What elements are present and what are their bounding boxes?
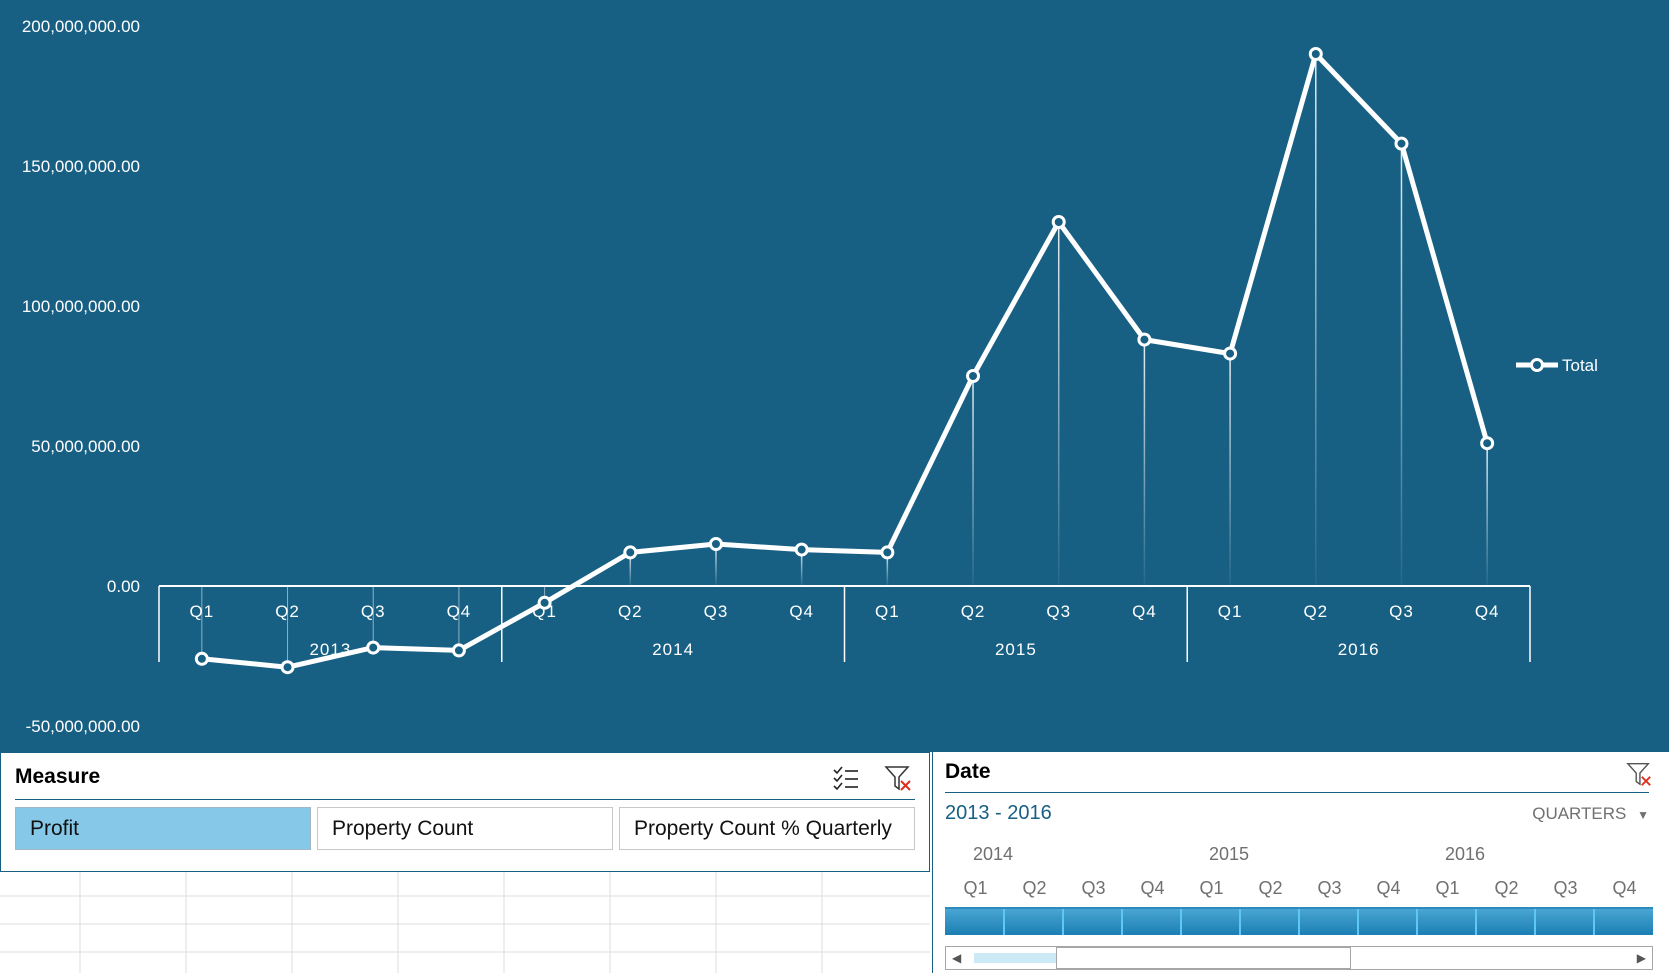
drop-line (1057, 222, 1060, 586)
time-level-dropdown[interactable]: QUARTERS ▼ (1532, 804, 1649, 824)
scroll-right-icon[interactable]: ▶ (1637, 951, 1646, 965)
time-level-label: QUARTERS (1532, 804, 1627, 823)
data-point (880, 545, 895, 560)
scrollbar-thumb[interactable] (1056, 947, 1351, 969)
measure-slicer-divider (15, 799, 915, 800)
timeline-year-label: 2014 (973, 844, 1014, 864)
timeline-quarter-label[interactable]: Q1 (1200, 878, 1224, 899)
spreadsheet-grid[interactable] (0, 872, 930, 973)
y-tick-label: 0.00 (107, 577, 140, 596)
timeline-quarter-label[interactable]: Q2 (1259, 878, 1283, 899)
timeline-quarter-label[interactable]: Q4 (1377, 878, 1401, 899)
measure-slicer-title: Measure (15, 765, 101, 788)
x-tick-quarter-label: Q4 (1475, 602, 1500, 621)
data-point (1137, 332, 1152, 347)
timeline-quarter-label[interactable]: Q3 (1318, 878, 1342, 899)
x-tick-quarter-label: Q3 (704, 602, 729, 621)
data-point (1308, 47, 1323, 61)
date-range-label: 2013 - 2016 (945, 802, 1052, 824)
data-point (623, 545, 638, 560)
timeline-quarter-label[interactable]: Q2 (1023, 878, 1047, 899)
date-timeline-divider (945, 792, 1649, 793)
legend-label-total: Total (1562, 356, 1598, 375)
timeline-segment-divider (1062, 909, 1064, 935)
clear-filter-icon[interactable] (1625, 760, 1653, 788)
data-point (451, 643, 466, 658)
measure-button-property-count[interactable]: Property Count (317, 807, 613, 850)
drop-line (1400, 143, 1403, 586)
data-point (1394, 136, 1409, 151)
clear-filter-icon[interactable] (883, 763, 913, 793)
dropdown-arrow-icon: ▼ (1637, 808, 1649, 822)
timeline-segment-divider (1121, 909, 1123, 935)
x-tick-quarter-label: Q3 (1389, 602, 1414, 621)
data-point (1223, 346, 1238, 361)
x-tick-quarter-label: Q1 (1218, 602, 1243, 621)
drop-line (1143, 339, 1146, 586)
timeline-segment-divider (1475, 909, 1477, 935)
scroll-left-icon[interactable]: ◀ (952, 951, 961, 965)
date-timeline-title: Date (945, 760, 991, 783)
x-tick-quarter-label: Q4 (789, 602, 814, 621)
x-tick-year-label: 2014 (652, 640, 694, 659)
data-point (708, 537, 723, 551)
measure-button-profit[interactable]: Profit (15, 807, 311, 850)
timeline-quarter-label[interactable]: Q1 (1436, 878, 1460, 899)
x-tick-year-label: 2016 (1338, 640, 1380, 659)
timeline-segment-divider (1003, 909, 1005, 935)
x-tick-year-label: 2015 (995, 640, 1037, 659)
timeline-quarter-label[interactable]: Q3 (1554, 878, 1578, 899)
timeline-segment-divider (1534, 909, 1536, 935)
timeline-segment-divider (1593, 909, 1595, 935)
chart-canvas: 200,000,000.00 150,000,000.00 100,000,000.… (22, 17, 1598, 736)
y-tick-label: 50,000,000.00 (31, 437, 140, 456)
timeline-segment-divider (1239, 909, 1241, 935)
data-point (966, 369, 981, 383)
date-timeline-slicer[interactable]: Date 2013 - 2016 QUARTERS ▼ 2014 2015 2016… (932, 752, 1669, 973)
drop-line (972, 376, 974, 586)
x-tick-quarter-label: Q2 (1303, 602, 1328, 621)
data-point (366, 640, 381, 655)
timeline-segment-divider (1298, 909, 1300, 935)
timeline-quarter-label[interactable]: Q4 (1141, 878, 1165, 899)
timeline-year-label: 2016 (1445, 844, 1486, 864)
profit-line-chart[interactable]: 200,000,000.00 150,000,000.00 100,000,000.… (0, 0, 1669, 752)
x-tick-quarter-label: Q4 (1132, 602, 1157, 621)
y-tick-label: 200,000,000.00 (22, 17, 140, 36)
measure-slicer[interactable]: Measure Profit Property Count Property C… (0, 752, 930, 872)
y-tick-label: 150,000,000.00 (22, 157, 140, 176)
data-point (194, 651, 209, 666)
timeline-quarter-label[interactable]: Q4 (1613, 878, 1637, 899)
scrollbar-highlight (974, 953, 1056, 963)
legend-marker (1530, 358, 1544, 372)
timeline-quarter-label[interactable]: Q2 (1495, 878, 1519, 899)
x-tick-quarter-label: Q2 (961, 602, 986, 621)
timeline-segment-divider (1416, 909, 1418, 935)
series-line-total (201, 51, 1490, 670)
multi-select-icon[interactable] (831, 763, 861, 793)
timeline-scrollbar[interactable]: ◀ ▶ (945, 946, 1653, 970)
x-tick-quarter-label: Q2 (618, 602, 643, 621)
data-point (1480, 436, 1495, 451)
data-point (280, 660, 295, 675)
timeline-segment-divider (1180, 909, 1182, 935)
data-point (1051, 215, 1066, 229)
measure-button-property-count-quarterly[interactable]: Property Count % Quarterly (619, 807, 915, 850)
x-tick-quarter-label: Q3 (1046, 602, 1071, 621)
timeline-quarter-label[interactable]: Q3 (1082, 878, 1106, 899)
timeline-year-label: 2015 (1209, 844, 1250, 864)
y-tick-label: 100,000,000.00 (22, 297, 140, 316)
timeline-segment-divider (1357, 909, 1359, 935)
timeline-quarter-label[interactable]: Q1 (964, 878, 988, 899)
drop-line (1229, 353, 1231, 586)
drop-line (1315, 54, 1317, 586)
y-tick-label: -50,000,000.00 (26, 717, 140, 736)
x-tick-quarter-label: Q1 (875, 602, 900, 621)
data-point (794, 542, 809, 557)
drop-line (1486, 443, 1488, 586)
timeline-selection-bar[interactable] (945, 907, 1653, 935)
data-point (537, 595, 552, 610)
